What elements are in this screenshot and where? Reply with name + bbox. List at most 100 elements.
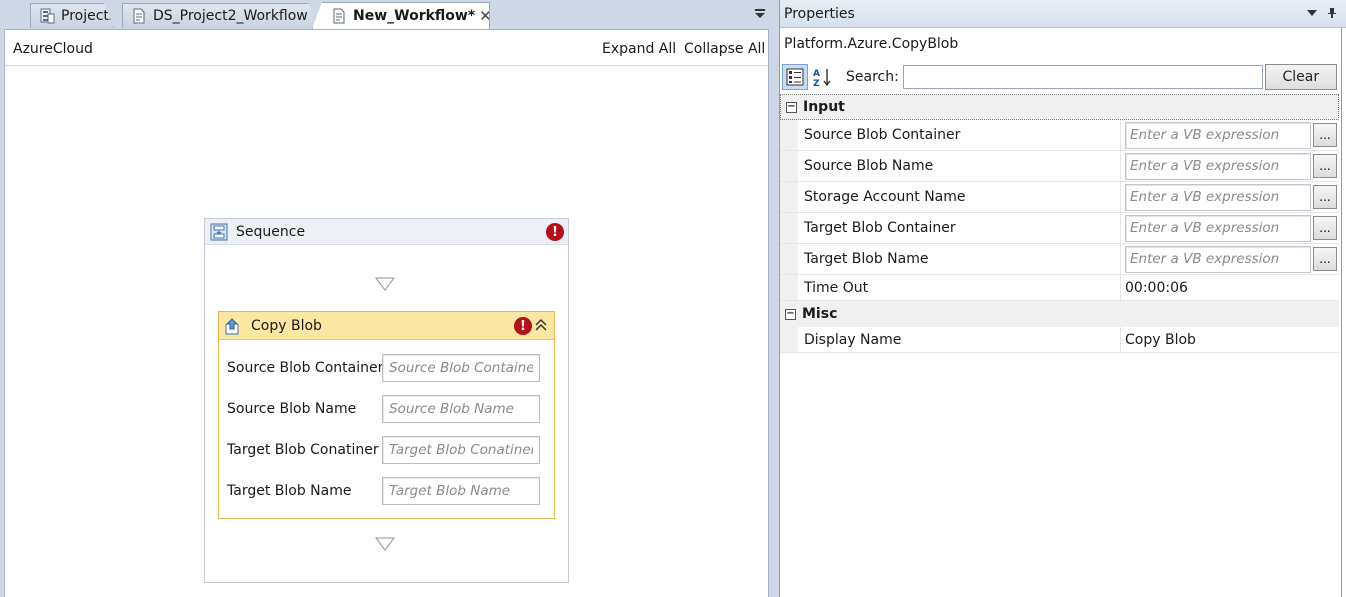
property-name: Target Blob Name: [798, 244, 1121, 274]
property-grid: − Input Source Blob Container ... Source…: [780, 94, 1339, 353]
property-row-storage-account-name[interactable]: Storage Account Name ...: [780, 182, 1339, 213]
property-value: ...: [1121, 213, 1339, 243]
source-blob-container-input[interactable]: [382, 354, 540, 382]
copy-blob-activity[interactable]: Copy Blob ! Source Blob Container Source…: [218, 311, 555, 519]
close-icon[interactable]: ✕: [479, 7, 489, 25]
expand-all-link[interactable]: Expand All: [602, 41, 676, 57]
argument-label: Source Blob Container: [227, 360, 384, 376]
property-value: ...: [1121, 120, 1339, 150]
display-name-value[interactable]: Copy Blob: [1121, 327, 1339, 352]
sequence-title: Sequence: [236, 223, 306, 240]
property-row-display-name[interactable]: Display Name Copy Blob: [780, 327, 1339, 353]
collapse-all-link[interactable]: Collapse All: [684, 41, 765, 57]
projects-icon: [39, 8, 55, 24]
row-gutter: [780, 244, 798, 274]
category-misc[interactable]: − Misc: [780, 301, 1339, 327]
argument-label: Target Blob Name: [227, 483, 352, 499]
property-value: ...: [1121, 244, 1339, 274]
vb-expression-input[interactable]: [1125, 214, 1311, 242]
svg-text:Z: Z: [813, 79, 820, 88]
chevron-up-double-icon[interactable]: [534, 318, 548, 332]
expression-editor-button[interactable]: ...: [1313, 123, 1337, 147]
property-row-target-blob-container[interactable]: Target Blob Container ...: [780, 213, 1339, 244]
expression-editor-button[interactable]: ...: [1313, 185, 1337, 209]
property-name: Time Out: [798, 275, 1121, 300]
target-blob-name-input[interactable]: [382, 477, 540, 505]
property-value: ...: [1121, 151, 1339, 181]
search-label: Search:: [846, 69, 899, 85]
activity-title: Copy Blob: [251, 317, 322, 334]
expression-editor-button[interactable]: ...: [1313, 216, 1337, 240]
sequence-header: Sequence !: [205, 219, 568, 245]
error-icon[interactable]: !: [546, 223, 564, 241]
row-gutter: [780, 182, 798, 212]
properties-panel: Properties Platform.Azure.CopyBlob AZ Se…: [779, 0, 1346, 597]
property-name: Source Blob Container: [798, 120, 1121, 150]
tab-ds-project2-workflow[interactable]: DS_Project2_Workflow: [122, 3, 318, 28]
document-tab-strip: Projects DS_Project2_Workflow New_Workfl…: [0, 0, 773, 29]
designer-canvas[interactable]: AzureCloud Expand All Collapse All Seque…: [4, 29, 769, 597]
tab-projects[interactable]: Projects: [30, 3, 114, 28]
properties-title-bar: Properties: [780, 0, 1346, 28]
argument-row-source-blob-container: Source Blob Container: [227, 354, 542, 382]
time-out-value[interactable]: 00:00:06: [1121, 275, 1339, 300]
property-name: Display Name: [798, 327, 1121, 352]
argument-label: Source Blob Name: [227, 401, 357, 417]
blob-upload-icon: [223, 317, 241, 335]
category-label: Input: [803, 99, 845, 115]
panel-border: [1341, 28, 1342, 597]
svg-text:A: A: [813, 69, 820, 79]
tab-label: DS_Project2_Workflow: [153, 8, 308, 24]
drop-target-arrow-icon[interactable]: [375, 277, 395, 291]
workflow-file-icon: [131, 8, 147, 24]
argument-row-target-blob-container: Target Blob Conatiner: [227, 436, 542, 464]
expression-editor-button[interactable]: ...: [1313, 247, 1337, 271]
categorized-view-icon[interactable]: [782, 64, 808, 90]
workflow-designer: Projects DS_Project2_Workflow New_Workfl…: [0, 0, 773, 597]
vb-expression-input[interactable]: [1125, 245, 1311, 273]
pin-icon[interactable]: [1326, 7, 1338, 23]
drop-target-arrow-icon[interactable]: [375, 537, 395, 551]
tab-label: Projects: [61, 8, 114, 24]
collapse-toggle-icon[interactable]: −: [786, 101, 797, 113]
clear-button[interactable]: Clear: [1264, 64, 1337, 90]
argument-row-target-blob-name: Target Blob Name: [227, 477, 542, 505]
selected-object-type: Platform.Azure.CopyBlob: [784, 36, 959, 52]
dropdown-icon[interactable]: [1306, 7, 1318, 23]
row-gutter: [780, 213, 798, 243]
property-row-time-out[interactable]: Time Out 00:00:06: [780, 275, 1339, 301]
target-blob-container-input[interactable]: [382, 436, 540, 464]
property-value: ...: [1121, 182, 1339, 212]
tab-new-workflow[interactable]: New_Workflow* ✕: [312, 2, 490, 29]
category-input[interactable]: − Input: [780, 94, 1339, 120]
designer-header: AzureCloud Expand All Collapse All: [5, 30, 768, 66]
sort-alphabetical-icon[interactable]: AZ: [810, 64, 836, 90]
panel-window-controls: [1306, 7, 1338, 23]
property-row-target-blob-name[interactable]: Target Blob Name ...: [780, 244, 1339, 275]
category-label: Misc: [802, 306, 838, 322]
expression-editor-button[interactable]: ...: [1313, 154, 1337, 178]
row-gutter: [780, 151, 798, 181]
property-row-source-blob-name[interactable]: Source Blob Name ...: [780, 151, 1339, 182]
vb-expression-input[interactable]: [1125, 121, 1311, 149]
tab-overflow-menu-icon[interactable]: [753, 6, 767, 20]
property-name: Source Blob Name: [798, 151, 1121, 181]
workflow-file-icon: [331, 8, 347, 24]
property-row-source-blob-container[interactable]: Source Blob Container ...: [780, 120, 1339, 151]
breadcrumb[interactable]: AzureCloud: [13, 41, 93, 57]
sequence-activity[interactable]: Sequence ! Copy Blob ! Source Blob Conta…: [204, 218, 569, 583]
row-gutter: [780, 275, 798, 300]
panel-title: Properties: [784, 5, 855, 22]
vb-expression-input[interactable]: [1125, 152, 1311, 180]
vb-expression-input[interactable]: [1125, 183, 1311, 211]
property-search-input[interactable]: [902, 65, 1263, 89]
argument-label: Target Blob Conatiner: [227, 442, 379, 458]
activity-header: Copy Blob !: [219, 312, 554, 340]
properties-toolbar: AZ Search: Clear: [782, 63, 1340, 91]
error-icon[interactable]: !: [514, 317, 532, 335]
tab-label: New_Workflow*: [353, 8, 476, 24]
source-blob-name-input[interactable]: [382, 395, 540, 423]
row-gutter: [780, 327, 798, 352]
collapse-toggle-icon[interactable]: −: [785, 308, 796, 320]
row-gutter: [780, 120, 798, 150]
